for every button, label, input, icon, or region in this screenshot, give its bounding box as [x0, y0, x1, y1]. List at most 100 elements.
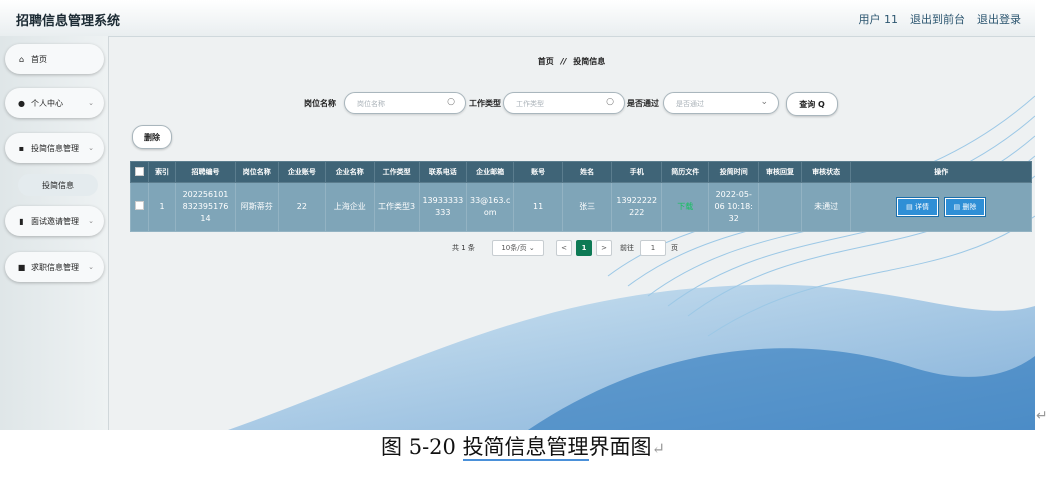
- sidebar: ⌂ 首页 ● 个人中心 ⌄ ▪ 投简信息管理 ⌄ 投简信息 ▮ 面试邀请管理 ⌄…: [0, 36, 109, 430]
- sidebar-item-label: 个人中心: [31, 98, 63, 108]
- col-header: 姓名: [561, 161, 613, 183]
- delete-button[interactable]: 删除: [132, 125, 172, 149]
- sidebar-item-label: 面试邀请管理: [31, 216, 79, 226]
- top-bar: 招聘信息管理系统 用户 11 退出到前台 退出登录: [0, 0, 1035, 37]
- return-mark-icon: ↵: [1036, 408, 1046, 424]
- search-icon: ○: [606, 97, 614, 107]
- col-header: 简历文件: [661, 161, 710, 183]
- app-title: 招聘信息管理系统: [16, 14, 121, 29]
- back-to-front-link[interactable]: 退出到前台: [910, 11, 965, 27]
- cell-submit-time: 2022-05- 06 10:18: 32: [708, 182, 760, 232]
- col-header: 索引: [148, 161, 177, 183]
- page-unit-label: 页: [671, 244, 678, 252]
- detail-icon: ▤: [906, 203, 915, 211]
- page-size-label: 10条/页: [501, 244, 527, 252]
- goto-page-input[interactable]: 1: [640, 240, 666, 256]
- home-icon: ⌂: [18, 54, 25, 64]
- table-header-row: 索引 招聘编号 岗位名称 企业账号 企业名称 工作类型 联系电话 企业邮箱 账号…: [129, 161, 1032, 183]
- job-name-placeholder: 岗位名称: [357, 100, 385, 108]
- col-header: 企业名称: [325, 161, 375, 183]
- caption-underlined: 投简信息管理: [462, 435, 589, 461]
- sidebar-item-interview-mgmt[interactable]: ▮ 面试邀请管理 ⌄: [5, 206, 104, 236]
- cell-email: 33@163.c om: [465, 182, 515, 232]
- cell-status: 未通过: [800, 182, 852, 232]
- job-name-label: 岗位名称: [304, 99, 336, 108]
- row-checkbox[interactable]: [129, 182, 150, 232]
- col-header: 账号: [513, 161, 563, 183]
- chevron-down-icon: ⌄: [88, 99, 94, 107]
- search-icon: ○: [447, 97, 455, 107]
- sidebar-item-profile[interactable]: ● 个人中心 ⌄: [5, 88, 104, 118]
- col-header: 联系电话: [418, 161, 468, 183]
- job-type-placeholder: 工作类型: [516, 100, 544, 108]
- sidebar-subitem-resume[interactable]: 投简信息: [18, 174, 98, 196]
- col-header: 审核回复: [758, 161, 802, 183]
- pager-total: 共 1 条: [452, 244, 475, 252]
- sidebar-item-job-mgmt[interactable]: ■ 求职信息管理 ⌄: [5, 252, 104, 282]
- chevron-down-icon: ⌄: [760, 97, 768, 107]
- cell-company: 上海企业: [325, 182, 375, 232]
- cell-job: 阿斯蒂芬: [234, 182, 279, 232]
- row-delete-button[interactable]: ▤ 删除: [944, 198, 986, 216]
- chevron-down-icon: ⌄: [88, 144, 94, 152]
- col-header: 手机: [611, 161, 663, 183]
- caption-prefix: 图 5-20: [381, 435, 463, 459]
- sidebar-item-label: 投简信息管理: [31, 143, 79, 153]
- grid-icon: ▪: [18, 143, 25, 153]
- logout-link[interactable]: 退出登录: [977, 11, 1021, 27]
- detail-button[interactable]: ▤ 详情: [897, 198, 938, 216]
- cell-resume-file[interactable]: 下载: [661, 182, 710, 232]
- cell-name: 张三: [561, 182, 613, 232]
- pass-select[interactable]: 是否通过 ⌄: [663, 92, 779, 114]
- col-header: 招聘编号: [175, 161, 236, 183]
- user-label[interactable]: 用户 11: [859, 11, 899, 27]
- caption-suffix: 界面图: [588, 435, 652, 459]
- col-header: 企业邮箱: [465, 161, 515, 183]
- download-link[interactable]: 下载: [677, 202, 693, 211]
- page-size-select[interactable]: 10条/页 ⌄: [492, 240, 544, 256]
- user-icon: ●: [18, 98, 25, 108]
- table-row: 1 202256101 832395176 14 阿斯蒂芬 22 上海企业 工作类型…: [129, 182, 1032, 232]
- card-icon: ■: [17, 262, 26, 272]
- cell-actions: ▤ 详情 ▤ 删除: [850, 182, 1032, 232]
- search-bar: 岗位名称 岗位名称 ○ 工作类型 工作类型 ○ 是否通过 是否通过 ⌄ 查询 Q: [108, 92, 1035, 116]
- col-header: 企业账号: [277, 161, 327, 183]
- cell-phone: 13933333 333: [418, 182, 468, 232]
- goto-label: 前往: [620, 244, 634, 252]
- breadcrumb: 首页 // 投简信息: [108, 56, 1035, 67]
- query-button[interactable]: 查询 Q: [786, 92, 838, 116]
- page-1-button[interactable]: 1: [576, 240, 592, 256]
- sidebar-item-home[interactable]: ⌂ 首页: [5, 44, 104, 74]
- resume-table: 索引 招聘编号 岗位名称 企业账号 企业名称 工作类型 联系电话 企业邮箱 账号…: [129, 161, 1032, 232]
- job-type-input[interactable]: 工作类型 ○: [503, 92, 625, 114]
- pass-placeholder: 是否通过: [676, 100, 704, 108]
- chevron-down-icon: ⌄: [528, 244, 535, 252]
- sidebar-item-resume-mgmt[interactable]: ▪ 投简信息管理 ⌄: [5, 133, 104, 163]
- main-content: 首页 // 投简信息 岗位名称 岗位名称 ○ 工作类型 工作类型 ○ 是否通过 …: [108, 36, 1035, 430]
- col-header: 工作类型: [373, 161, 420, 183]
- next-page-button[interactable]: >: [596, 240, 612, 256]
- job-type-label: 工作类型: [469, 99, 501, 108]
- cell-account: 11: [513, 182, 563, 232]
- top-right-links: 用户 11 退出到前台 退出登录: [859, 11, 1022, 27]
- chart-icon: ▮: [19, 216, 24, 226]
- app-window: 招聘信息管理系统 用户 11 退出到前台 退出登录 ⌂ 首页 ● 个人中心 ⌄ …: [0, 0, 1035, 430]
- chevron-down-icon: ⌄: [88, 263, 94, 271]
- cell-reply: [758, 182, 802, 232]
- cell-job-type: 工作类型3: [373, 182, 420, 232]
- cell-company-account: 22: [277, 182, 327, 232]
- breadcrumb-separator: //: [560, 57, 567, 66]
- col-header: 操作: [850, 161, 1032, 183]
- cell-recruit-no: 202256101 832395176 14: [175, 182, 236, 232]
- select-all-checkbox[interactable]: [129, 161, 150, 183]
- breadcrumb-home[interactable]: 首页: [538, 57, 554, 66]
- sidebar-item-label: 求职信息管理: [31, 262, 79, 272]
- cell-mobile: 13922222 222: [611, 182, 663, 232]
- sidebar-item-label: 首页: [31, 54, 47, 64]
- figure-caption: 图 5-20 投简信息管理界面图↵: [0, 431, 1046, 461]
- row-delete-label: 删除: [962, 203, 977, 211]
- prev-page-button[interactable]: <: [556, 240, 572, 256]
- job-name-input[interactable]: 岗位名称 ○: [344, 92, 466, 114]
- detail-label: 详情: [914, 203, 929, 211]
- return-icon: ↵: [651, 439, 665, 458]
